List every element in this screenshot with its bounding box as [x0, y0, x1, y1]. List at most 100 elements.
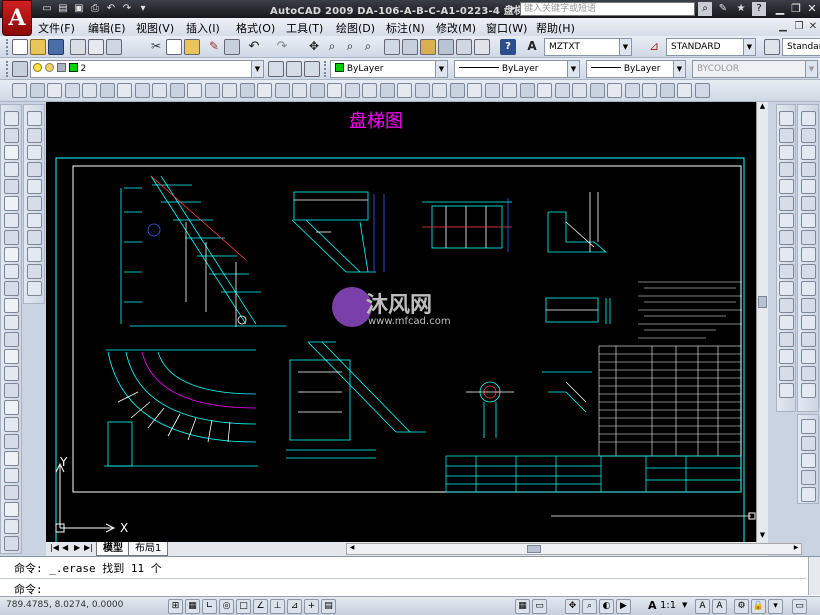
bring-front-icon[interactable] [801, 419, 816, 434]
bring-above-icon[interactable] [801, 453, 816, 468]
erase-icon[interactable] [4, 451, 19, 466]
chamfer-icon[interactable] [779, 230, 794, 245]
scroll-left-icon[interactable]: ◀ [347, 544, 357, 554]
array-icon[interactable] [4, 519, 19, 534]
ddedit-icon[interactable] [779, 383, 794, 398]
polar-toggle-icon[interactable]: ◎ [219, 599, 234, 614]
sheet-set-icon[interactable] [438, 39, 454, 55]
loft-icon[interactable] [292, 83, 307, 98]
osnap-toggle-icon[interactable]: □ [236, 599, 251, 614]
gradient-icon[interactable] [4, 366, 19, 381]
linetype-select[interactable]: ByLayer ▼ [454, 60, 580, 78]
copy-object-icon[interactable] [4, 468, 19, 483]
qleader-icon[interactable] [801, 298, 816, 313]
redo-icon[interactable]: ↷ [120, 2, 134, 16]
markup-icon[interactable] [456, 39, 472, 55]
redo-arrow-icon[interactable]: ↷ [274, 39, 290, 55]
cylinder-icon[interactable] [117, 83, 132, 98]
camera-icon[interactable] [642, 83, 657, 98]
extend-icon[interactable] [779, 179, 794, 194]
layer-states-icon[interactable] [304, 61, 320, 77]
stretch-icon[interactable] [779, 145, 794, 160]
toolbar-grip[interactable] [6, 39, 9, 55]
quick-dim-icon[interactable] [801, 247, 816, 262]
command-prompt-line[interactable]: 命令: [0, 578, 806, 596]
menu-draw[interactable]: 绘图(D) [336, 20, 375, 36]
tab-nav-first-icon[interactable]: |◀ [50, 543, 59, 552]
cone-icon[interactable] [82, 83, 97, 98]
publish-icon[interactable] [106, 39, 122, 55]
sphere-icon[interactable] [99, 83, 115, 98]
fillet-icon[interactable] [779, 247, 794, 262]
menu-format[interactable]: 格式(O) [236, 20, 275, 36]
layer-select[interactable]: 2 ▼ [30, 60, 264, 78]
dist-icon[interactable] [27, 111, 42, 126]
section-icon[interactable] [397, 83, 412, 98]
move-icon[interactable] [4, 536, 19, 551]
mirror-icon[interactable] [4, 485, 19, 500]
ducs-toggle-icon[interactable]: ⊥ [270, 599, 285, 614]
otrack-toggle-icon[interactable]: ∠ [253, 599, 268, 614]
copy-icon[interactable] [166, 39, 182, 55]
walk-icon[interactable] [607, 83, 622, 98]
locate-icon[interactable] [27, 196, 42, 211]
align-icon[interactable] [779, 281, 794, 296]
presspull-icon[interactable] [362, 83, 377, 98]
workspace-gear-icon[interactable]: ⚙ [734, 599, 749, 614]
annotation-visibility-icon[interactable]: A [695, 599, 710, 614]
plot-preview-icon[interactable] [88, 39, 104, 55]
ellipse-icon[interactable] [4, 264, 19, 279]
top-view-icon[interactable] [677, 83, 692, 98]
model-space-canvas[interactable]: 盘梯图 沐风网 www.mfcad.com Y X [46, 102, 756, 555]
box-icon[interactable] [222, 83, 237, 98]
match-properties-icon[interactable]: ✎ [206, 39, 222, 55]
zoom-status-icon[interactable]: ⌕ [582, 599, 597, 614]
make-current-icon[interactable] [268, 61, 284, 77]
scroll-right-icon[interactable]: ▶ [791, 544, 801, 554]
apparent-icon[interactable] [27, 281, 42, 296]
front-view-icon[interactable] [694, 83, 710, 98]
toolbar-grip[interactable] [6, 61, 9, 77]
scale-dropdown-icon[interactable]: ▼ [682, 601, 687, 609]
materials-icon[interactable] [572, 83, 587, 98]
command-scrollbar[interactable] [808, 557, 820, 595]
undo-arrow-icon[interactable]: ↶ [246, 39, 262, 55]
table-icon[interactable] [4, 400, 19, 415]
pedit-icon[interactable] [779, 315, 794, 330]
table-style-icon[interactable] [764, 39, 780, 55]
intersect-icon[interactable] [344, 83, 360, 98]
offset-icon[interactable] [4, 502, 19, 517]
scale-icon[interactable] [779, 128, 794, 143]
continue-icon[interactable] [801, 281, 816, 296]
pyramid-icon[interactable] [152, 83, 167, 98]
sweep-icon[interactable] [274, 83, 290, 98]
new-icon[interactable]: ▭ [40, 2, 54, 16]
zoom-previous-icon[interactable]: ⌕ [360, 39, 376, 55]
diameter-icon[interactable] [801, 213, 816, 228]
aligned-dim-icon[interactable] [801, 128, 816, 143]
pan-status-icon[interactable]: ✥ [565, 599, 580, 614]
minimize-icon[interactable]: ▁ [772, 1, 788, 17]
auto-scale-icon[interactable]: A [712, 599, 727, 614]
extrude-icon[interactable] [239, 83, 255, 98]
save-icon[interactable]: ▣ [72, 2, 86, 16]
zoom-window-icon[interactable]: ⌕ [342, 39, 358, 55]
3d-array-icon[interactable] [484, 83, 500, 98]
explode-icon[interactable] [779, 264, 794, 279]
3d-move-icon[interactable] [432, 83, 447, 98]
text-style-icon[interactable]: A [524, 39, 540, 55]
send-back-icon[interactable] [801, 436, 816, 451]
construction-line-icon[interactable] [4, 128, 19, 143]
id-point-icon[interactable] [27, 179, 42, 194]
point-draw-icon[interactable] [4, 332, 19, 347]
save-disk-icon[interactable] [48, 39, 64, 55]
text-front-icon[interactable] [801, 487, 816, 502]
join-icon[interactable] [779, 213, 794, 228]
zoom-realtime-icon[interactable]: ⌕ [324, 39, 340, 55]
dyn-toggle-icon[interactable]: ⊿ [287, 599, 302, 614]
region-icon[interactable] [47, 83, 62, 98]
subscription-icon[interactable]: ✎ [716, 2, 730, 16]
help-question-icon[interactable]: ? [500, 39, 516, 55]
menu-restore-icon[interactable]: ❐ [792, 20, 806, 34]
restore-icon[interactable]: ❐ [788, 1, 804, 17]
